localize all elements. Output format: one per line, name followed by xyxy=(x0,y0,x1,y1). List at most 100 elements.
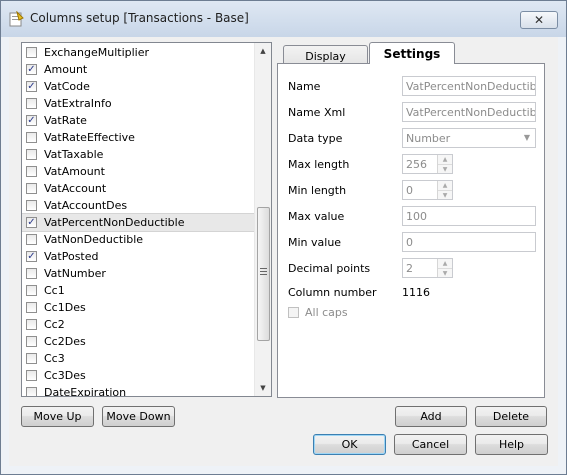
list-item[interactable]: Cc3 xyxy=(22,350,256,367)
list-item[interactable]: ExchangeMultiplier xyxy=(22,44,256,61)
all-caps-checkbox[interactable]: All caps xyxy=(288,306,348,319)
data-type-label: Data type xyxy=(288,132,343,145)
checkbox-unchecked-icon[interactable] xyxy=(26,387,37,396)
close-button[interactable]: ✕ xyxy=(520,11,558,29)
cancel-button[interactable]: Cancel xyxy=(394,434,467,455)
min-length-spin-buttons[interactable]: ▲ ▼ xyxy=(437,181,452,199)
checkbox-unchecked-icon[interactable] xyxy=(26,319,37,330)
dialog-body: ExchangeMultiplier ✓ Amount ✓ VatCode VatExtr… xyxy=(9,37,558,466)
title-bar[interactable]: Columns setup [Transactions - Base] ✕ xyxy=(1,1,566,37)
spin-down-icon[interactable]: ▼ xyxy=(438,190,452,199)
dialog-window: Columns setup [Transactions - Base] ✕ Ex… xyxy=(0,0,567,475)
move-up-button[interactable]: Move Up xyxy=(21,406,94,427)
list-item[interactable]: VatRateEffective xyxy=(22,129,256,146)
list-item[interactable]: ✓ Amount xyxy=(22,61,256,78)
spin-down-icon[interactable]: ▼ xyxy=(438,164,452,173)
tab-settings[interactable]: Settings xyxy=(369,42,455,64)
scroll-up-arrow-icon[interactable]: ▲ xyxy=(255,43,271,59)
list-item[interactable]: VatExtraInfo xyxy=(22,95,256,112)
list-item[interactable]: VatAccount xyxy=(22,180,256,197)
list-item-label: VatRateEffective xyxy=(44,131,135,144)
max-value-field[interactable]: 100 xyxy=(402,206,536,226)
checkbox-unchecked-icon[interactable] xyxy=(26,336,37,347)
list-item[interactable]: Cc2 xyxy=(22,316,256,333)
checkbox-unchecked-icon[interactable] xyxy=(26,234,37,245)
checkbox-checked-icon[interactable]: ✓ xyxy=(26,64,37,75)
list-item-label: VatCode xyxy=(44,80,90,93)
list-item-label: DateExpiration xyxy=(44,386,127,396)
list-item-label: VatAccountDes xyxy=(44,199,128,212)
move-down-button[interactable]: Move Down xyxy=(102,406,175,427)
checkbox-checked-icon[interactable]: ✓ xyxy=(26,217,37,228)
list-item[interactable]: VatAmount xyxy=(22,163,256,180)
columns-list[interactable]: ExchangeMultiplier ✓ Amount ✓ VatCode VatExtr… xyxy=(21,42,272,397)
name-field[interactable]: VatPercentNonDeductible xyxy=(402,76,536,96)
scroll-down-arrow-icon[interactable]: ▼ xyxy=(255,380,271,396)
spin-up-icon[interactable]: ▲ xyxy=(438,259,452,268)
list-item[interactable]: Cc1Des xyxy=(22,299,256,316)
spin-up-icon[interactable]: ▲ xyxy=(438,155,452,164)
list-item[interactable]: Cc1 xyxy=(22,282,256,299)
decimal-points-label: Decimal points xyxy=(288,262,371,275)
list-item[interactable]: ✓ VatPercentNonDeductible xyxy=(22,213,256,232)
checkbox-checked-icon[interactable]: ✓ xyxy=(26,251,37,262)
ok-button[interactable]: OK xyxy=(313,434,386,455)
checkbox-unchecked-icon[interactable] xyxy=(26,98,37,109)
app-icon xyxy=(9,11,24,27)
max-length-spin-buttons[interactable]: ▲ ▼ xyxy=(437,155,452,173)
list-item[interactable]: VatAccountDes xyxy=(22,197,256,214)
spin-down-icon[interactable]: ▼ xyxy=(438,268,452,277)
window-title: Columns setup [Transactions - Base] xyxy=(30,11,249,25)
min-length-value: 0 xyxy=(406,183,413,197)
list-item-label: VatNonDeductible xyxy=(44,233,144,246)
list-item-label: VatNumber xyxy=(44,267,106,280)
list-item[interactable]: ✓ VatCode xyxy=(22,78,256,95)
checkbox-unchecked-icon[interactable] xyxy=(26,285,37,296)
checkbox-unchecked-icon[interactable] xyxy=(26,353,37,364)
checkbox-unchecked-icon[interactable] xyxy=(26,47,37,58)
delete-button[interactable]: Delete xyxy=(475,406,547,427)
column-number-value: 1116 xyxy=(402,286,430,299)
help-button[interactable]: Help xyxy=(475,434,548,455)
list-item-label: VatRate xyxy=(44,114,87,127)
checkbox-unchecked-icon[interactable] xyxy=(26,166,37,177)
list-item-label: Cc3Des xyxy=(44,369,86,382)
min-value-field[interactable]: 0 xyxy=(402,232,536,252)
checkbox-checked-icon[interactable]: ✓ xyxy=(26,81,37,92)
list-item-label: VatAccount xyxy=(44,182,107,195)
checkbox-unchecked-icon[interactable] xyxy=(26,268,37,279)
min-length-stepper[interactable]: 0 ▲ ▼ xyxy=(402,180,453,200)
vertical-scrollbar[interactable]: ▲ ▼ xyxy=(254,43,271,396)
min-value-label: Min value xyxy=(288,236,342,249)
checkbox-unchecked-icon[interactable] xyxy=(26,302,37,313)
scroll-thumb[interactable] xyxy=(257,207,270,341)
list-item[interactable]: VatNumber xyxy=(22,265,256,282)
spin-up-icon[interactable]: ▲ xyxy=(438,181,452,190)
list-item[interactable]: ✓ VatPosted xyxy=(22,248,256,265)
list-item[interactable]: VatNonDeductible xyxy=(22,231,256,248)
checkbox-unchecked-icon[interactable] xyxy=(26,200,37,211)
max-length-stepper[interactable]: 256 ▲ ▼ xyxy=(402,154,453,174)
list-item[interactable]: DateExpiration xyxy=(22,384,256,396)
checkbox-unchecked-icon[interactable] xyxy=(26,183,37,194)
list-item[interactable]: VatTaxable xyxy=(22,146,256,163)
checkbox-unchecked-icon[interactable] xyxy=(26,370,37,381)
list-item-label: VatPercentNonDeductible xyxy=(44,216,185,229)
name-xml-field[interactable]: VatPercentNonDeductible xyxy=(402,102,536,122)
min-length-label: Min length xyxy=(288,184,347,197)
list-item[interactable]: ✓ VatRate xyxy=(22,112,256,129)
list-item[interactable]: Cc2Des xyxy=(22,333,256,350)
list-item-label: Cc1 xyxy=(44,284,65,297)
list-item[interactable]: Cc3Des xyxy=(22,367,256,384)
checkbox-checked-icon[interactable]: ✓ xyxy=(26,115,37,126)
list-item-label: Cc1Des xyxy=(44,301,86,314)
name-label: Name xyxy=(288,80,321,93)
data-type-select[interactable]: Number ▼ xyxy=(402,128,536,148)
close-icon: ✕ xyxy=(533,13,545,27)
checkbox-unchecked-icon[interactable] xyxy=(26,132,37,143)
decimal-points-spin-buttons[interactable]: ▲ ▼ xyxy=(437,259,452,277)
add-button[interactable]: Add xyxy=(395,406,467,427)
checkbox-unchecked-icon[interactable] xyxy=(26,149,37,160)
decimal-points-stepper[interactable]: 2 ▲ ▼ xyxy=(402,258,453,278)
list-item-label: VatAmount xyxy=(44,165,105,178)
